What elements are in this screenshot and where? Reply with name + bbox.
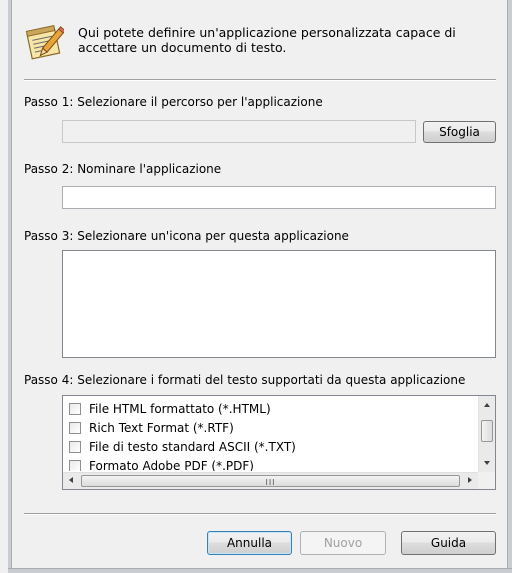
horizontal-scrollbar[interactable]: III [63, 472, 478, 489]
application-path-input[interactable] [63, 121, 415, 142]
application-icon-box[interactable] [62, 250, 496, 358]
cancel-button[interactable]: Annulla [207, 531, 292, 555]
format-checkbox[interactable] [69, 403, 81, 415]
format-checkbox[interactable] [69, 460, 81, 471]
list-item[interactable]: Rich Text Format (*.RTF) [69, 419, 234, 437]
vertical-scroll-thumb[interactable] [481, 420, 493, 442]
new-button[interactable]: Nuovo [300, 531, 386, 555]
notepad-pencil-icon [24, 22, 66, 62]
header-description: Qui potete definire un'applicazione pers… [78, 25, 456, 55]
horizontal-scroll-thumb[interactable]: III [81, 475, 460, 487]
scroll-grip: III [265, 478, 276, 487]
scroll-down-arrow-icon[interactable] [484, 461, 490, 465]
format-label: Formato Adobe PDF (*.PDF) [89, 459, 254, 471]
custom-application-dialog: Qui potete definire un'applicazione pers… [0, 0, 512, 573]
list-item[interactable]: File di testo standard ASCII (*.TXT) [69, 438, 296, 456]
text-formats-items: File HTML formattato (*.HTML) Rich Text … [63, 396, 477, 471]
header-separator [24, 79, 496, 81]
text-formats-list[interactable]: File HTML formattato (*.HTML) Rich Text … [62, 395, 496, 490]
vertical-scrollbar[interactable] [478, 396, 495, 472]
application-path-field[interactable] [62, 120, 416, 143]
list-item[interactable]: Formato Adobe PDF (*.PDF) [69, 457, 254, 471]
format-label: File HTML formattato (*.HTML) [89, 402, 271, 416]
step1-label: Passo 1: Selezionare il percorso per l'a… [24, 95, 323, 109]
browse-button[interactable]: Sfoglia [423, 121, 496, 143]
scroll-left-arrow-icon[interactable] [69, 477, 73, 483]
format-label: File di testo standard ASCII (*.TXT) [89, 440, 296, 454]
format-checkbox[interactable] [69, 441, 81, 453]
scroll-right-arrow-icon[interactable] [468, 477, 472, 483]
window-frame-right [507, 0, 512, 573]
step4-label: Passo 4: Selezionare i formati del testo… [24, 373, 466, 387]
scroll-corner [478, 472, 495, 489]
application-name-input[interactable] [63, 187, 495, 208]
window-frame-bottom [8, 568, 512, 573]
help-button[interactable]: Guida [401, 531, 496, 555]
format-label: Rich Text Format (*.RTF) [89, 421, 234, 435]
step3-label: Passo 3: Selezionare un'icona per questa… [24, 229, 349, 243]
format-checkbox[interactable] [69, 422, 81, 434]
step2-label: Passo 2: Nominare l'applicazione [24, 162, 222, 176]
application-name-field[interactable] [62, 186, 496, 209]
list-item[interactable]: File HTML formattato (*.HTML) [69, 400, 271, 418]
footer-separator [24, 513, 496, 515]
scroll-up-arrow-icon[interactable] [484, 403, 490, 407]
